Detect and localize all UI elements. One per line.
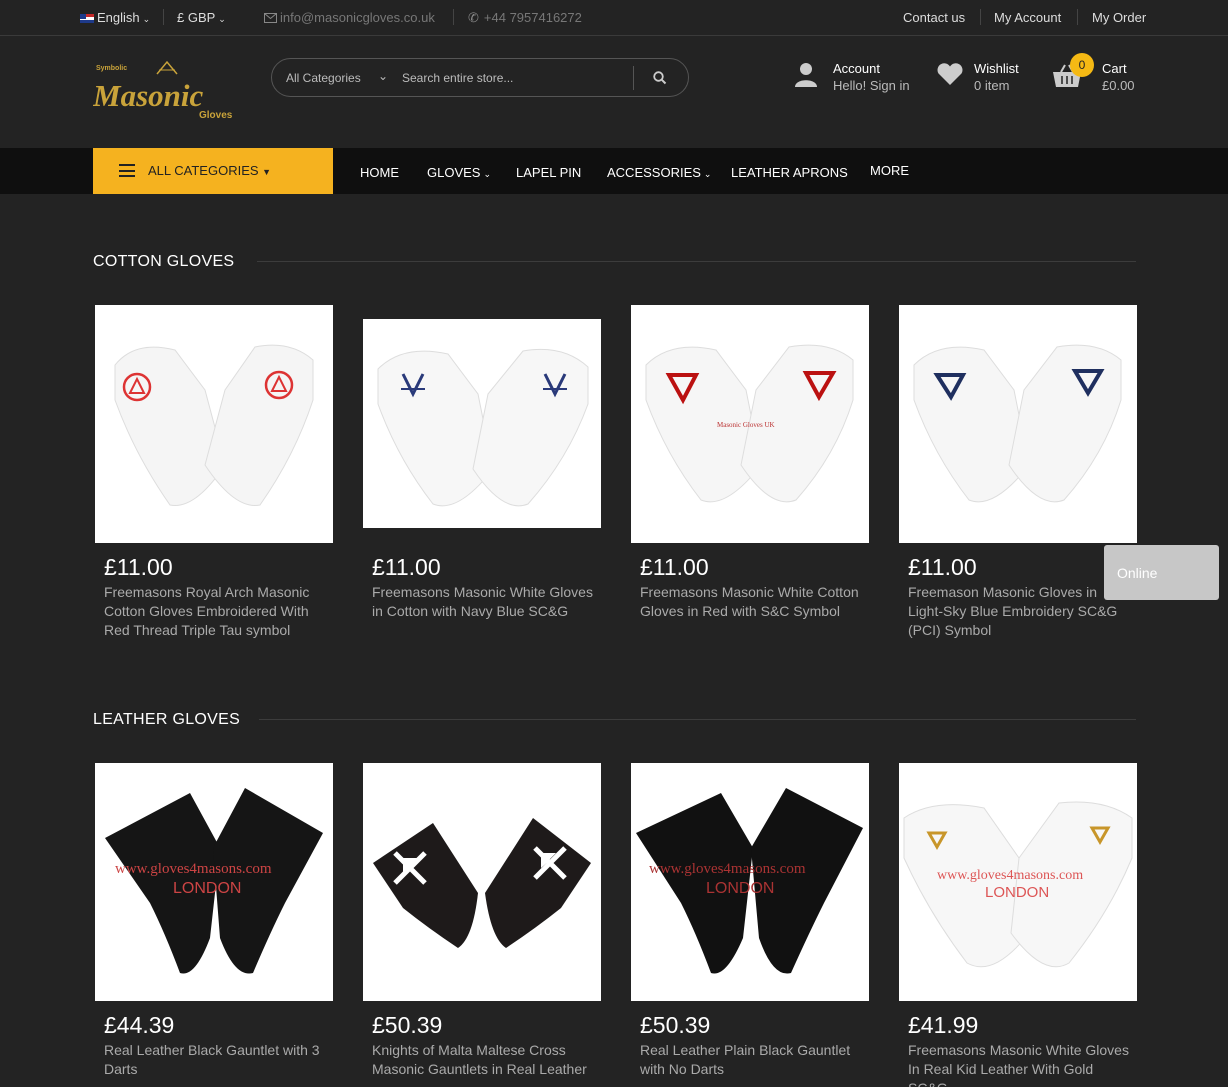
- product-price: £44.39: [104, 1012, 175, 1038]
- currency-selector[interactable]: £ GBP ⌄: [177, 10, 226, 25]
- uk-flag-icon: [80, 14, 94, 23]
- product-name[interactable]: Freemasons Royal Arch Masonic Cotton Glo…: [104, 583, 329, 640]
- product-name[interactable]: Freemason Masonic Gloves in Light-Sky Bl…: [908, 583, 1133, 640]
- account-menu[interactable]: Account Hello! Sign in: [833, 60, 910, 94]
- search-button[interactable]: [642, 64, 678, 92]
- search-category-select[interactable]: All Categories: [286, 71, 361, 85]
- product-price: £11.00: [372, 554, 441, 580]
- product-price: £11.00: [104, 554, 173, 580]
- nav-accessories[interactable]: ACCESSORIES ⌄: [607, 165, 711, 180]
- chevron-down-icon: ⌄: [218, 14, 226, 24]
- product-price: £11.00: [908, 554, 977, 580]
- glove-image: www.gloves4masons.com LONDON: [636, 788, 863, 974]
- envelope-icon: [264, 13, 277, 23]
- glove-image: Masonic Gloves UK: [645, 344, 854, 503]
- product-price: £41.99: [908, 1012, 979, 1038]
- top-bar: English ⌄ £ GBP ⌄ info@masonicgloves.co.uk…: [0, 0, 1228, 36]
- phone-link[interactable]: ✆ +44 7957416272: [468, 10, 582, 26]
- product-image[interactable]: www.gloves4masons.com LONDON: [95, 763, 333, 1001]
- divider: [1077, 9, 1078, 25]
- product-name[interactable]: Freemasons Masonic White Gloves in Cotto…: [372, 583, 597, 621]
- watermark-text: LONDON: [706, 880, 774, 897]
- site-logo[interactable]: Symbolic Masonic Gloves: [92, 60, 245, 122]
- glove-image: [373, 818, 591, 948]
- chevron-down-icon: ⌄: [483, 169, 492, 179]
- nav-lapel-pin[interactable]: LAPEL PIN: [516, 165, 581, 180]
- glove-image: www.gloves4masons.com LONDON: [105, 788, 323, 974]
- product-name[interactable]: Freemasons Masonic White Cotton Gloves i…: [640, 583, 865, 621]
- chevron-down-icon[interactable]: ⌄: [378, 69, 388, 83]
- product-image[interactable]: [363, 319, 601, 528]
- nav-home[interactable]: HOME: [360, 165, 399, 180]
- glove-image: [913, 344, 1122, 503]
- search-bar: All Categories ⌄: [271, 58, 689, 97]
- caret-down-icon: ▼: [262, 167, 272, 177]
- watermark-text: www.gloves4masons.com: [937, 868, 1083, 883]
- watermark-text: www.gloves4masons.com: [115, 861, 272, 877]
- product-image[interactable]: [899, 305, 1137, 543]
- chevron-down-icon: ⌄: [703, 169, 712, 179]
- logo-main-text: Masonic: [93, 78, 203, 113]
- all-categories-button[interactable]: ALL CATEGORIES ▼: [93, 148, 333, 194]
- section-title-leather-gloves: LEATHER GLOVES: [93, 711, 241, 728]
- search-input[interactable]: [402, 67, 632, 89]
- product-image[interactable]: Masonic Gloves UK: [631, 305, 869, 543]
- cart-link[interactable]: Cart £0.00: [1102, 60, 1135, 94]
- section-divider: [257, 261, 1136, 262]
- product-image[interactable]: www.gloves4masons.com LONDON: [899, 763, 1137, 1001]
- product-image[interactable]: [95, 305, 333, 543]
- my-order-link[interactable]: My Order: [1092, 10, 1146, 25]
- product-name[interactable]: Freemasons Masonic White Gloves In Real …: [908, 1041, 1133, 1087]
- product-name[interactable]: Real Leather Black Gauntlet with 3 Darts: [104, 1041, 329, 1079]
- glove-image: [377, 348, 589, 507]
- watermark-text: LONDON: [173, 880, 241, 897]
- email-link[interactable]: info@masonicgloves.co.uk: [264, 10, 435, 25]
- search-divider: [633, 66, 634, 90]
- glove-image: www.gloves4masons.com LONDON: [903, 801, 1133, 968]
- watermark-text: Masonic Gloves UK: [717, 421, 775, 429]
- chevron-down-icon: ⌄: [142, 14, 151, 24]
- product-name[interactable]: Real Leather Plain Black Gauntlet with N…: [640, 1041, 865, 1079]
- language-selector[interactable]: English ⌄: [80, 10, 150, 25]
- phone-icon: ✆: [468, 10, 479, 25]
- contact-us-link[interactable]: Contact us: [903, 10, 965, 25]
- wishlist-link[interactable]: Wishlist 0 item: [974, 60, 1019, 94]
- product-image[interactable]: www.gloves4masons.com LONDON: [631, 763, 869, 1001]
- nav-more[interactable]: MORE: [870, 163, 909, 178]
- divider: [453, 9, 454, 25]
- user-icon[interactable]: [794, 62, 818, 93]
- heart-icon[interactable]: [936, 62, 964, 91]
- my-account-link[interactable]: My Account: [994, 10, 1061, 25]
- nav-gloves[interactable]: GLOVES ⌄: [427, 165, 491, 180]
- divider: [980, 9, 981, 25]
- section-title-cotton-gloves: COTTON GLOVES: [93, 253, 235, 270]
- logo-graphic: Symbolic Masonic Gloves: [92, 60, 233, 121]
- hamburger-icon: [119, 164, 135, 177]
- section-divider: [259, 719, 1136, 720]
- online-chat-tab[interactable]: Online: [1104, 545, 1219, 600]
- logo-sub-text: Gloves: [199, 110, 233, 121]
- product-price: £50.39: [372, 1012, 443, 1038]
- logo-top-text: Symbolic: [96, 65, 127, 72]
- product-price: £11.00: [640, 554, 709, 580]
- product-price: £50.39: [640, 1012, 711, 1038]
- cart-count-badge: 0: [1070, 53, 1094, 77]
- nav-leather-aprons[interactable]: LEATHER APRONS: [731, 165, 848, 180]
- product-image[interactable]: [363, 763, 601, 1001]
- product-name[interactable]: Knights of Malta Maltese Cross Masonic G…: [372, 1041, 597, 1087]
- watermark-text: LONDON: [985, 884, 1049, 901]
- search-icon: [653, 71, 667, 85]
- watermark-text: www.gloves4masons.com: [649, 861, 806, 877]
- glove-image: [114, 344, 314, 506]
- divider: [163, 9, 164, 25]
